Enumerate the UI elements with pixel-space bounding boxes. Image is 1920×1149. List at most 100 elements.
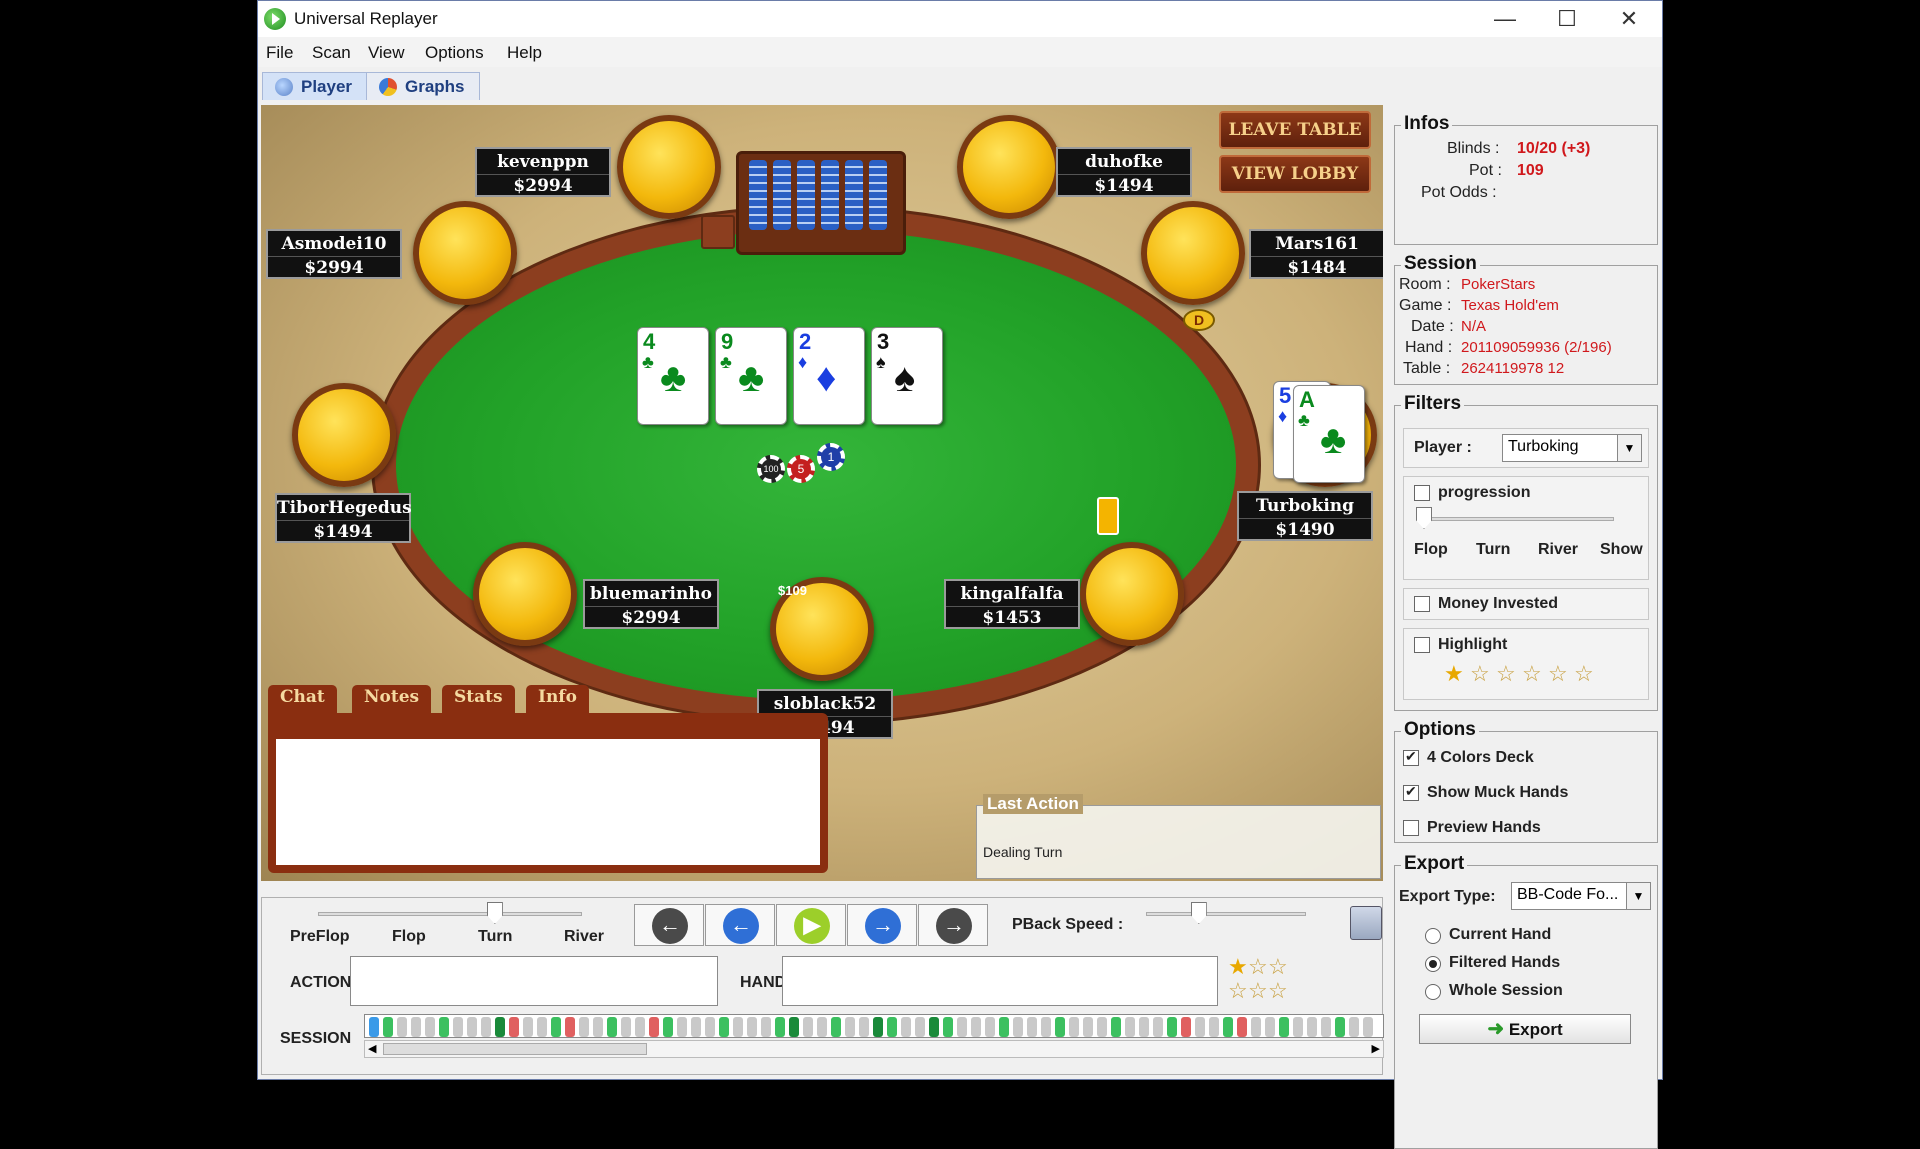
session-hand-cell[interactable] (1223, 1017, 1233, 1037)
session-hand-cell[interactable] (1139, 1017, 1149, 1037)
session-hand-cell[interactable] (467, 1017, 477, 1037)
session-hand-cell[interactable] (957, 1017, 967, 1037)
session-hand-cell[interactable] (1279, 1017, 1289, 1037)
highlight-star-icon[interactable]: ★ (1444, 661, 1464, 687)
session-hand-cell[interactable] (523, 1017, 533, 1037)
session-hand-cell[interactable] (719, 1017, 729, 1037)
session-hand-cell[interactable] (789, 1017, 799, 1037)
maximize-button[interactable]: ☐ (1536, 3, 1598, 35)
session-hand-cell[interactable] (649, 1017, 659, 1037)
tab-player[interactable]: Player (262, 72, 368, 100)
session-hand-cell[interactable] (1349, 1017, 1359, 1037)
play-button[interactable]: ▶ (776, 904, 846, 946)
session-hand-cell[interactable] (943, 1017, 953, 1037)
seat-kingalfalfa[interactable] (1080, 542, 1184, 646)
last-hand-button[interactable]: → (918, 904, 988, 946)
progression-thumb[interactable] (1416, 507, 1432, 529)
session-hand-cell[interactable] (1111, 1017, 1121, 1037)
session-hand-cell[interactable] (663, 1017, 673, 1037)
previous-action-button[interactable]: ← (705, 904, 775, 946)
menu-file[interactable]: File (266, 43, 293, 63)
session-hand-cell[interactable] (929, 1017, 939, 1037)
session-hand-cell[interactable] (607, 1017, 617, 1037)
session-hand-cell[interactable] (999, 1017, 1009, 1037)
tab-chat[interactable]: Chat (268, 685, 337, 713)
session-hand-cell[interactable] (1307, 1017, 1317, 1037)
tab-notes[interactable]: Notes (352, 685, 432, 713)
session-hand-cell[interactable] (1041, 1017, 1051, 1037)
preview-hands-checkbox[interactable] (1403, 820, 1419, 836)
session-hand-cell[interactable] (1265, 1017, 1275, 1037)
current-hand-radio[interactable] (1425, 928, 1441, 944)
export-type-select[interactable]: BB-Code Fo... ▼ (1511, 882, 1651, 910)
session-hand-cell[interactable] (761, 1017, 771, 1037)
menu-options[interactable]: Options (425, 43, 484, 63)
session-hand-cell[interactable] (705, 1017, 715, 1037)
money-invested-checkbox[interactable] (1414, 596, 1430, 612)
session-hand-cell[interactable] (817, 1017, 827, 1037)
session-hand-cell[interactable] (481, 1017, 491, 1037)
highlight-star-icon[interactable]: ☆ (1522, 661, 1542, 687)
tab-graphs[interactable]: Graphs (366, 72, 480, 100)
session-hand-cell[interactable] (1363, 1017, 1373, 1037)
leave-table-button[interactable]: LEAVE TABLE (1219, 111, 1371, 149)
session-hand-cell[interactable] (509, 1017, 519, 1037)
session-hand-cell[interactable] (1167, 1017, 1177, 1037)
session-hand-cell[interactable] (1181, 1017, 1191, 1037)
session-hand-cell[interactable] (1237, 1017, 1247, 1037)
scroll-right-icon[interactable]: ▶ (1372, 1042, 1380, 1055)
session-hand-cell[interactable] (579, 1017, 589, 1037)
session-hand-cell[interactable] (537, 1017, 547, 1037)
save-icon[interactable] (1350, 906, 1382, 940)
highlight-star-icon[interactable]: ☆ (1496, 661, 1516, 687)
highlight-star-icon[interactable]: ☆ (1548, 661, 1568, 687)
session-hand-cell[interactable] (495, 1017, 505, 1037)
session-hand-cell[interactable] (985, 1017, 995, 1037)
session-hand-cell[interactable] (915, 1017, 925, 1037)
session-hand-cell[interactable] (369, 1017, 379, 1037)
chat-log[interactable] (276, 739, 820, 865)
hand-field[interactable] (782, 956, 1218, 1006)
session-hand-cell[interactable] (1293, 1017, 1303, 1037)
session-hand-strip[interactable] (364, 1014, 1384, 1038)
scroll-thumb[interactable] (383, 1043, 647, 1055)
session-hand-cell[interactable] (593, 1017, 603, 1037)
session-hand-cell[interactable] (1055, 1017, 1065, 1037)
rating-stars[interactable]: ★ ☆ ☆ ☆ ☆ ☆ (1224, 954, 1290, 1010)
pback-speed-thumb[interactable] (1190, 902, 1207, 924)
close-button[interactable]: ✕ (1598, 3, 1660, 35)
seat-mars161[interactable] (1141, 201, 1245, 305)
session-hand-cell[interactable] (747, 1017, 757, 1037)
export-button[interactable]: ➜ Export (1419, 1014, 1631, 1044)
tab-info[interactable]: Info (526, 685, 589, 713)
session-hand-cell[interactable] (1251, 1017, 1261, 1037)
session-scrollbar[interactable]: ◀ ▶ (364, 1040, 1384, 1058)
session-hand-cell[interactable] (439, 1017, 449, 1037)
seat-asmodei10[interactable] (413, 201, 517, 305)
seat-tiborhegedus[interactable] (292, 383, 396, 487)
whole-session-radio[interactable] (1425, 984, 1441, 1000)
session-hand-cell[interactable] (411, 1017, 421, 1037)
session-hand-cell[interactable] (887, 1017, 897, 1037)
session-hand-cell[interactable] (1209, 1017, 1219, 1037)
session-hand-cell[interactable] (677, 1017, 687, 1037)
session-hand-cell[interactable] (1027, 1017, 1037, 1037)
session-hand-cell[interactable] (621, 1017, 631, 1037)
session-hand-cell[interactable] (803, 1017, 813, 1037)
session-hand-cell[interactable] (1013, 1017, 1023, 1037)
session-hand-cell[interactable] (971, 1017, 981, 1037)
session-hand-cell[interactable] (635, 1017, 645, 1037)
session-hand-cell[interactable] (845, 1017, 855, 1037)
session-hand-cell[interactable] (425, 1017, 435, 1037)
highlight-checkbox[interactable] (1414, 637, 1430, 653)
session-hand-cell[interactable] (1321, 1017, 1331, 1037)
session-hand-cell[interactable] (1083, 1017, 1093, 1037)
view-lobby-button[interactable]: VIEW LOBBY (1219, 155, 1371, 193)
scroll-left-icon[interactable]: ◀ (368, 1042, 376, 1055)
minimize-button[interactable]: — (1474, 3, 1536, 35)
seat-kevenppn[interactable] (617, 115, 721, 219)
session-hand-cell[interactable] (775, 1017, 785, 1037)
seat-bluemarinho[interactable] (473, 542, 577, 646)
seat-duhofke[interactable] (957, 115, 1061, 219)
session-hand-cell[interactable] (859, 1017, 869, 1037)
